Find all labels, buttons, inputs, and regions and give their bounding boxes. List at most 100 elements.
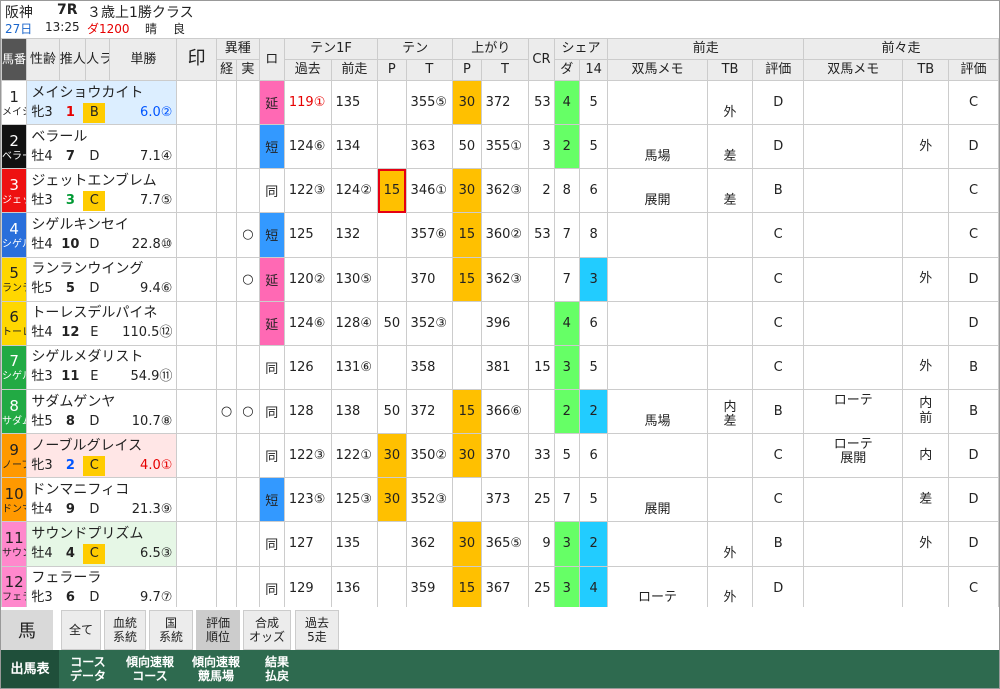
horse-name-cell[interactable]: サウンドプリズム 牡4 4 C 6.5③: [26, 521, 178, 567]
col-cr: CR: [528, 38, 555, 81]
ten-p: 50: [377, 388, 407, 435]
bottom-tab[interactable]: 傾向速報 競馬場: [183, 650, 249, 688]
horse-row[interactable]: 2ベラーベラール牡47D7.1④短124⑥13436350355①325馬場差D…: [1, 124, 999, 170]
bottom-tab[interactable]: 出馬表: [1, 650, 59, 688]
bottom-tab[interactable]: コース データ: [59, 650, 117, 688]
toolbar-button[interactable]: 国 系統: [149, 610, 193, 650]
shirushi-cell[interactable]: [176, 344, 217, 390]
toolbar-button[interactable]: 過去 5走: [295, 610, 339, 650]
horse-ninki: 10: [61, 236, 80, 252]
horse-name-cell[interactable]: シゲルメダリスト 牡3 11 E 54.9⑪: [26, 344, 178, 390]
shirushi-cell[interactable]: [176, 388, 217, 435]
horse-name[interactable]: シゲルキンセイ: [31, 215, 176, 235]
toolbar-button[interactable]: 評価 順位: [196, 610, 240, 650]
toolbar-button[interactable]: 全て: [61, 610, 101, 650]
toolbar-button[interactable]: 合成 オッズ: [243, 610, 291, 650]
horse-name-cell[interactable]: サダムゲンヤ 牡5 8 D 10.7⑧: [26, 388, 178, 435]
col-seirei: 性齢: [26, 38, 60, 81]
agari-t: 367: [480, 565, 530, 611]
horse-row[interactable]: 8サダムサダムゲンヤ牡58D10.7⑧○○同1281385037215366⑥2…: [1, 388, 999, 435]
bottom-tab[interactable]: 結果 払戻: [249, 650, 305, 688]
horse-number: 10: [4, 484, 24, 503]
ten1f-kako: 129: [283, 565, 332, 611]
zenso-hyoka: C: [752, 300, 805, 346]
venue: 阪神: [5, 5, 33, 21]
agari-p: 30: [452, 79, 482, 126]
share-14: 4: [578, 565, 609, 611]
horse-odds: 9.7⑦: [140, 590, 173, 606]
shirushi-cell[interactable]: [176, 565, 217, 611]
horse-row[interactable]: 4シゲルシゲルキンセイ牡4 10 D 22.8⑩ ○短125132 357⑥15360②5…: [1, 212, 999, 258]
horse-ninki: 12: [61, 325, 80, 341]
share-da: 7: [553, 212, 580, 258]
horse-name[interactable]: サウンドプリズム: [31, 524, 176, 544]
horse-name[interactable]: ベラール: [31, 127, 176, 147]
horse-row[interactable]: 11サウンサウンドプリズム牡4 4C 6.5③ 同127135 36230365⑤932…: [1, 521, 999, 567]
shirushi-cell[interactable]: [176, 477, 217, 523]
col-tansho[interactable]: 単勝: [109, 38, 178, 81]
horse-name-cell[interactable]: ランランウイング 牝5 5 D 9.4⑥: [26, 256, 178, 302]
horse-number-cell: 1メイシ: [1, 79, 28, 126]
horse-row[interactable]: 3ジェッジェットエンブレム牡33C7.7⑤同122③124②15346①3036…: [1, 168, 999, 214]
horse-name[interactable]: ノーブルグレイス: [31, 436, 176, 456]
horse-name[interactable]: メイショウカイト: [31, 83, 176, 103]
horse-ninki: 9: [65, 501, 75, 517]
horse-row[interactable]: 9ノーブノーブルグレイス牝32C4.0①同122③122①30350②30370…: [1, 433, 999, 479]
ten-t: 352③: [405, 477, 454, 523]
shirushi-cell[interactable]: [176, 168, 217, 214]
horse-odds: 6.0②: [140, 104, 173, 120]
agari-p: 30: [452, 521, 482, 567]
rotation-cell: 同: [258, 168, 285, 214]
horse-sex-age: 牡4: [31, 148, 53, 164]
bottom-tab[interactable]: 傾向速報 コース: [117, 650, 183, 688]
horse-name-cell[interactable]: メイショウカイト 牝3 1 B 6.0②: [26, 79, 178, 126]
horse-name-cell[interactable]: トーレスデルパイネ 牡4 12 E 110.5⑫: [26, 300, 178, 346]
ishu-kei: [215, 124, 238, 170]
horse-sex-age: 牡3: [31, 369, 53, 385]
toolbar-button[interactable]: 血統 系統: [104, 610, 146, 650]
zz-hyoka: D: [948, 124, 999, 170]
horse-row[interactable]: 1メイシメイショウカイト牝31B6.0②延119①135355⑤30372534…: [1, 79, 999, 126]
horse-name[interactable]: ランランウイング: [31, 259, 176, 279]
horse-name-cell[interactable]: シゲルキンセイ 牡4 10 D 22.8⑩: [26, 212, 178, 258]
horse-row[interactable]: 12フェラフェラーラ牝36D9.7⑦同129136359153672534ローテ…: [1, 565, 999, 611]
ten-t: 346①: [405, 168, 454, 214]
horse-name-cell[interactable]: ドンマニフィコ 牡4 9 D 21.3⑨: [26, 477, 178, 523]
zenso-hyoka: B: [752, 521, 805, 567]
shirushi-cell[interactable]: [176, 256, 217, 302]
horse-name-cell[interactable]: ジェットエンブレム 牡3 3 C 7.7⑤: [26, 168, 178, 214]
horse-name[interactable]: フェラーラ: [31, 568, 176, 588]
horse-name[interactable]: トーレスデルパイネ: [31, 303, 176, 323]
agari-p: 30: [452, 168, 482, 214]
horse-rank: D: [89, 281, 100, 297]
ten-t: 355⑤: [405, 79, 454, 126]
agari-t: 355①: [480, 124, 530, 170]
cr-cell: [528, 300, 555, 346]
horse-rank: B: [83, 102, 106, 123]
horse-row[interactable]: 7シゲルシゲルメダリスト牡3 11 E 54.9⑪ 同126131⑥ 358 3811535…: [1, 344, 999, 390]
shirushi-cell[interactable]: [176, 124, 217, 170]
shirushi-cell[interactable]: [176, 300, 217, 346]
shirushi-cell[interactable]: [176, 433, 217, 479]
horse-row[interactable]: 10ドンマドンマニフィコ牡49D21.3⑨短123⑤125③30352③3732…: [1, 477, 999, 523]
horse-name[interactable]: サダムゲンヤ: [31, 392, 176, 412]
horse-name-cell[interactable]: フェラーラ 牝3 6 D 9.7⑦: [26, 565, 178, 611]
horse-abbr: サウン: [2, 547, 26, 559]
horse-name[interactable]: シゲルメダリスト: [31, 347, 176, 367]
ten-p: [377, 521, 407, 567]
horse-name-cell[interactable]: ベラール 牡4 7 D 7.1④: [26, 124, 178, 170]
horse-sex-age: 牡4: [31, 545, 53, 561]
ishu-kei: [215, 433, 238, 479]
col-umaban[interactable]: 馬番↑: [1, 38, 28, 81]
horse-row[interactable]: 6トーレトーレスデルパイネ牡412E110.5⑫延124⑥128④50352③3…: [1, 300, 999, 346]
horse-row[interactable]: 5ランラランランウイング牝55D9.4⑥○延120②130⑤37015362③7…: [1, 256, 999, 302]
rotation-cell: 短: [258, 212, 285, 258]
zenso-hyoka: B: [752, 388, 805, 435]
horse-name[interactable]: ジェットエンブレム: [31, 171, 176, 191]
shirushi-cell[interactable]: [176, 212, 217, 258]
horse-name-cell[interactable]: ノーブルグレイス 牝3 2 C 4.0①: [26, 433, 178, 479]
horse-name[interactable]: ドンマニフィコ: [31, 480, 176, 500]
agari-p: [452, 477, 482, 523]
shirushi-cell[interactable]: [176, 521, 217, 567]
shirushi-cell[interactable]: [176, 79, 217, 126]
